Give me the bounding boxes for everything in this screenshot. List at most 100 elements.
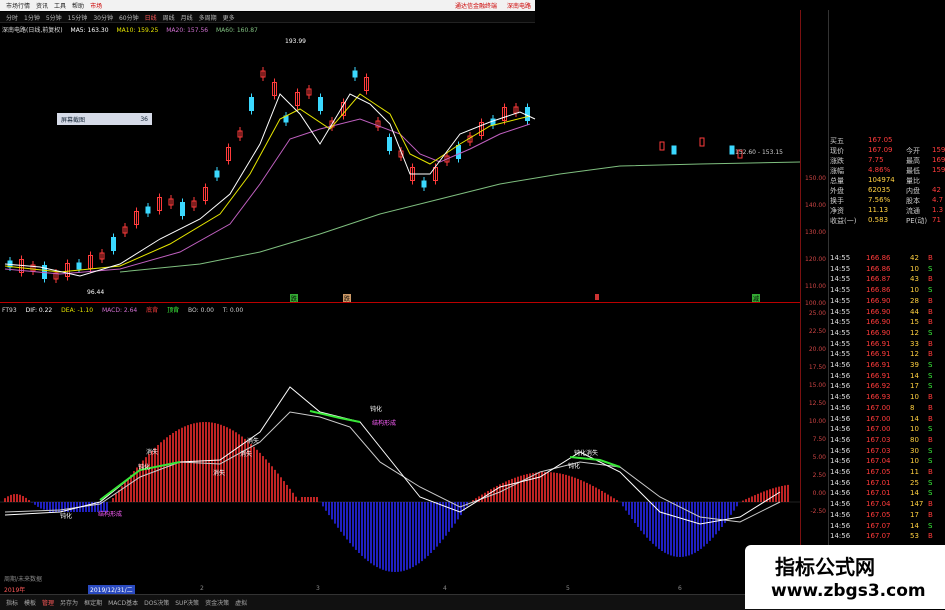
tick-side: S [928,489,933,498]
tick-time: 14:55 [830,350,851,359]
tick-price: 167.03 [866,435,891,444]
menu-market[interactable]: 市场行情 [6,1,30,10]
watermark-title: 指标公式网 [775,555,875,579]
quote-value: 159 [932,166,945,174]
tick-time: 14:55 [830,339,851,348]
tab-fund[interactable]: 资金决策 [205,598,229,607]
period-tab[interactable]: 15分钟 [68,13,88,22]
tick-time: 14:55 [830,318,851,327]
menu-news[interactable]: 资讯 [36,1,48,10]
popup-value: 36 [140,115,148,123]
tick-volume: 8 [910,403,915,412]
tick-price: 166.90 [866,328,891,337]
period-tab[interactable]: 分时 [6,13,18,22]
quote-label: 内盘 [906,187,920,195]
tick-time: 14:56 [830,468,851,476]
candle [214,170,220,178]
tick-time: 14:55 [830,264,851,273]
tick-volume: 14 [910,521,919,530]
quote-value: 11.13 [868,206,889,214]
quote-label: 最高 [906,157,920,165]
quote-panel: 买五 167.05 现价 167.09 今开 159 涨跌 7.75 最高 169 涨幅 4.86% 最… [828,136,945,609]
tick-volume: 14 [910,489,919,498]
macd-bars-group [4,422,789,572]
annotation-structure: 结构形成 [372,420,397,427]
tick-price: 167.00 [866,414,891,423]
tab-template[interactable]: 模板 [24,598,36,607]
tick-price: 167.04 [866,500,891,509]
tab-macd[interactable]: MACD基本 [108,598,138,607]
quote-value: 7.75 [868,156,884,164]
quote-value: 7.56% [868,196,891,204]
max-price-label: 193.99 [285,38,306,45]
tick-price: 166.92 [866,382,891,391]
menu-bar: 市场行情 资讯 工具 帮助 市场 通达信金融终端 深南电路 [0,0,535,11]
period-tab[interactable]: 60分钟 [119,13,139,22]
period-tab[interactable]: 30分钟 [93,13,113,22]
period-tab[interactable]: 多周期 [199,13,217,22]
tick-time: 14:56 [830,403,851,412]
quote-value: 71 [932,216,941,224]
ind-tick: 25.00 [808,310,826,317]
period-tab[interactable]: 周线 [163,13,175,22]
tick-price: 167.03 [866,446,891,455]
tick-side: S [928,425,933,434]
menu-tools[interactable]: 工具 [54,1,66,10]
quote-value: 167.05 [868,136,893,144]
tick-volume: 12 [910,350,919,359]
annotation-blunt: 钝化 [60,513,73,520]
quote-label: 净资 [830,207,844,215]
candle [180,202,185,216]
menu-market-2[interactable]: 市场 [90,1,102,10]
quote-value: 169 [932,156,945,164]
tick-side: B [928,307,933,316]
tick-side: S [928,446,933,455]
annotation-blunt: 钝化 [370,406,383,413]
period-tab[interactable]: 1分钟 [24,13,40,22]
tab-manage[interactable]: 管理 [42,598,54,607]
tick-volume: 14 [910,414,919,423]
tab-virtual[interactable]: 虚拟 [235,598,247,607]
month-label: 5 [566,585,570,592]
period-tab[interactable]: 月线 [181,13,193,22]
tick-time: 14:55 [830,254,851,262]
tick-time: 14:55 [830,286,851,295]
tick-price: 166.90 [866,296,891,305]
price-tick: 110.00 [805,283,826,290]
tick-side: B [928,339,933,348]
screenshot-popup[interactable]: 屏幕截图 36 [57,113,152,125]
tick-volume: 25 [910,478,919,487]
tick-side: S [928,478,933,487]
macd-chart[interactable] [0,312,800,584]
ind-tick: 15.00 [808,382,826,389]
menu-help[interactable]: 帮助 [72,1,84,10]
tick-price: 167.00 [866,403,891,412]
date-bar: 周期/未来数据 2019年 2019/12/31/二 2 3 4 5 6 [0,576,800,594]
ind-tick: 20.00 [808,346,826,353]
tick-volume: 44 [910,307,919,316]
tick-volume: 147 [910,500,924,509]
tick-volume: 10 [910,264,919,273]
ma20-label: MA20: 157.56 [166,27,209,34]
tick-volume: 43 [910,275,919,284]
period-tab[interactable]: 更多 [223,13,235,22]
tick-price: 166.86 [866,254,891,262]
tab-save-as[interactable]: 另存为 [60,598,78,607]
tab-dos[interactable]: DOS决策 [144,598,169,607]
stock-name: 深南电路 [506,3,531,10]
period-tab[interactable]: 5分钟 [46,13,62,22]
tick-time: 14:56 [830,425,851,434]
ind-tick: 17.50 [808,364,826,371]
panel-separator [0,302,800,303]
price-tick: 150.00 [805,175,826,182]
tab-period[interactable]: 框定期 [84,598,102,607]
tick-side: B [928,296,933,305]
ind-tick: 7.50 [812,436,826,443]
quote-label: 流通 [906,207,920,215]
range-label: 152.60 - 153.15 [735,149,783,156]
period-tab-daily[interactable]: 日线 [145,13,157,22]
tick-side: B [928,435,933,444]
tab-sup[interactable]: SUP决策 [175,598,199,607]
candlestick-chart[interactable] [0,34,800,302]
tab-indicator[interactable]: 指标 [6,598,18,607]
